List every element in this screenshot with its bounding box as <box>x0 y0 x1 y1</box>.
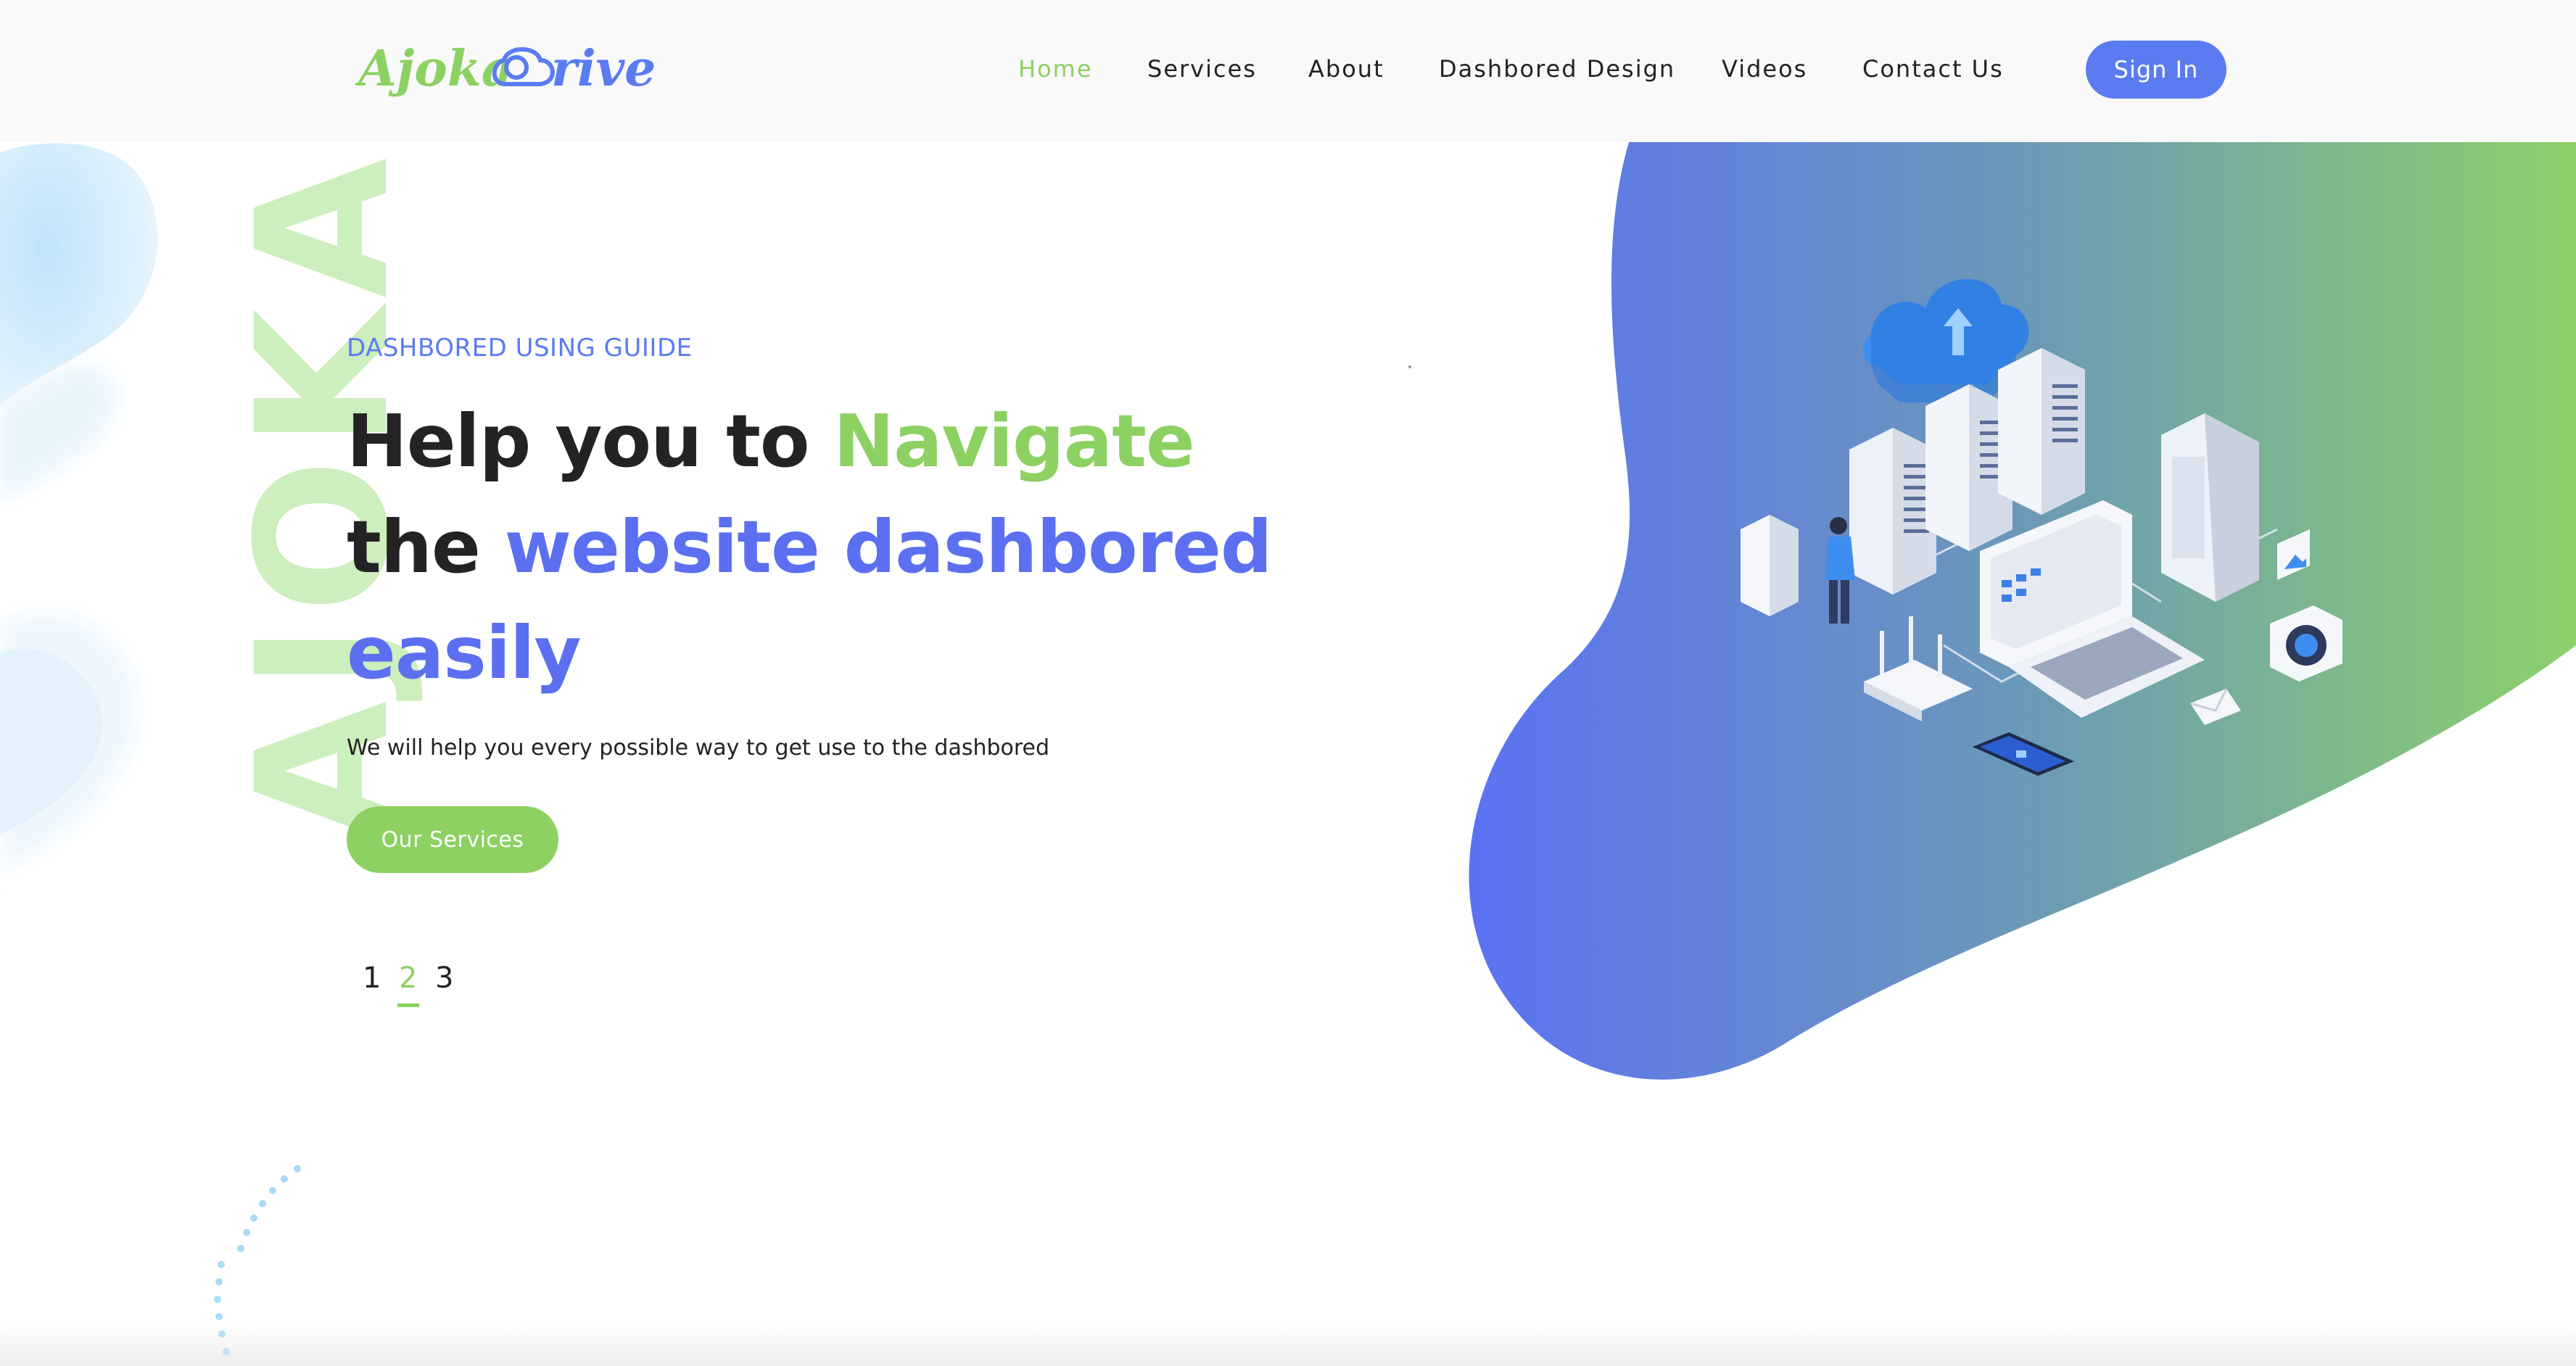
our-services-button[interactable]: Our Services <box>347 806 558 873</box>
server-icon <box>2161 413 2259 602</box>
sign-in-button[interactable]: Sign In <box>2086 41 2226 99</box>
headline-line1-plain: Help you to <box>347 399 834 484</box>
headline-line1-green: Navigate <box>833 399 1194 484</box>
slide-page-2[interactable]: 2 <box>399 961 417 995</box>
router-icon <box>1864 616 1973 721</box>
nav-dashbored-design[interactable]: Dashbored Design <box>1439 55 1675 83</box>
hero-subtitle: We will help you every possible way to g… <box>347 735 1050 761</box>
envelope-icon <box>2189 688 2241 725</box>
nav-home[interactable]: Home <box>1018 55 1093 83</box>
nav-about[interactable]: About <box>1308 55 1384 83</box>
headline-line2-plain: the <box>347 505 505 589</box>
nav-services[interactable]: Services <box>1147 55 1257 83</box>
nav-contact-us[interactable]: Contact Us <box>1862 55 2004 83</box>
svg-text:rive: rive <box>551 40 656 98</box>
hero-section: DASHBORED USING GUIIDE Help you to Navig… <box>347 334 1362 761</box>
hero-headline: Help you to Navigate the website dashbor… <box>347 389 1362 706</box>
slide-page-1[interactable]: 1 <box>363 961 381 995</box>
hero-illustration <box>1741 278 2342 776</box>
nav-videos[interactable]: Videos <box>1722 55 1807 83</box>
image-card-icon <box>2277 529 2310 580</box>
brand-logo[interactable]: Ajoka rive <box>355 28 660 115</box>
server-icon <box>1849 428 1936 595</box>
headline-line2-blue: website dashbored <box>504 505 1273 589</box>
phone-icon <box>1973 732 2074 776</box>
camera-icon <box>2270 605 2342 682</box>
slide-page-3[interactable]: 3 <box>435 961 453 995</box>
active-page-indicator <box>397 1003 419 1007</box>
server-icon <box>1998 348 2085 515</box>
svg-text:Ajoka: Ajoka <box>355 40 513 98</box>
hero-eyebrow: DASHBORED USING GUIIDE <box>347 334 693 363</box>
headline-line3-blue: easily <box>347 610 582 695</box>
stack-icon <box>1741 515 1799 616</box>
top-navbar: Ajoka rive Home Services About Dashbored… <box>0 0 2576 142</box>
